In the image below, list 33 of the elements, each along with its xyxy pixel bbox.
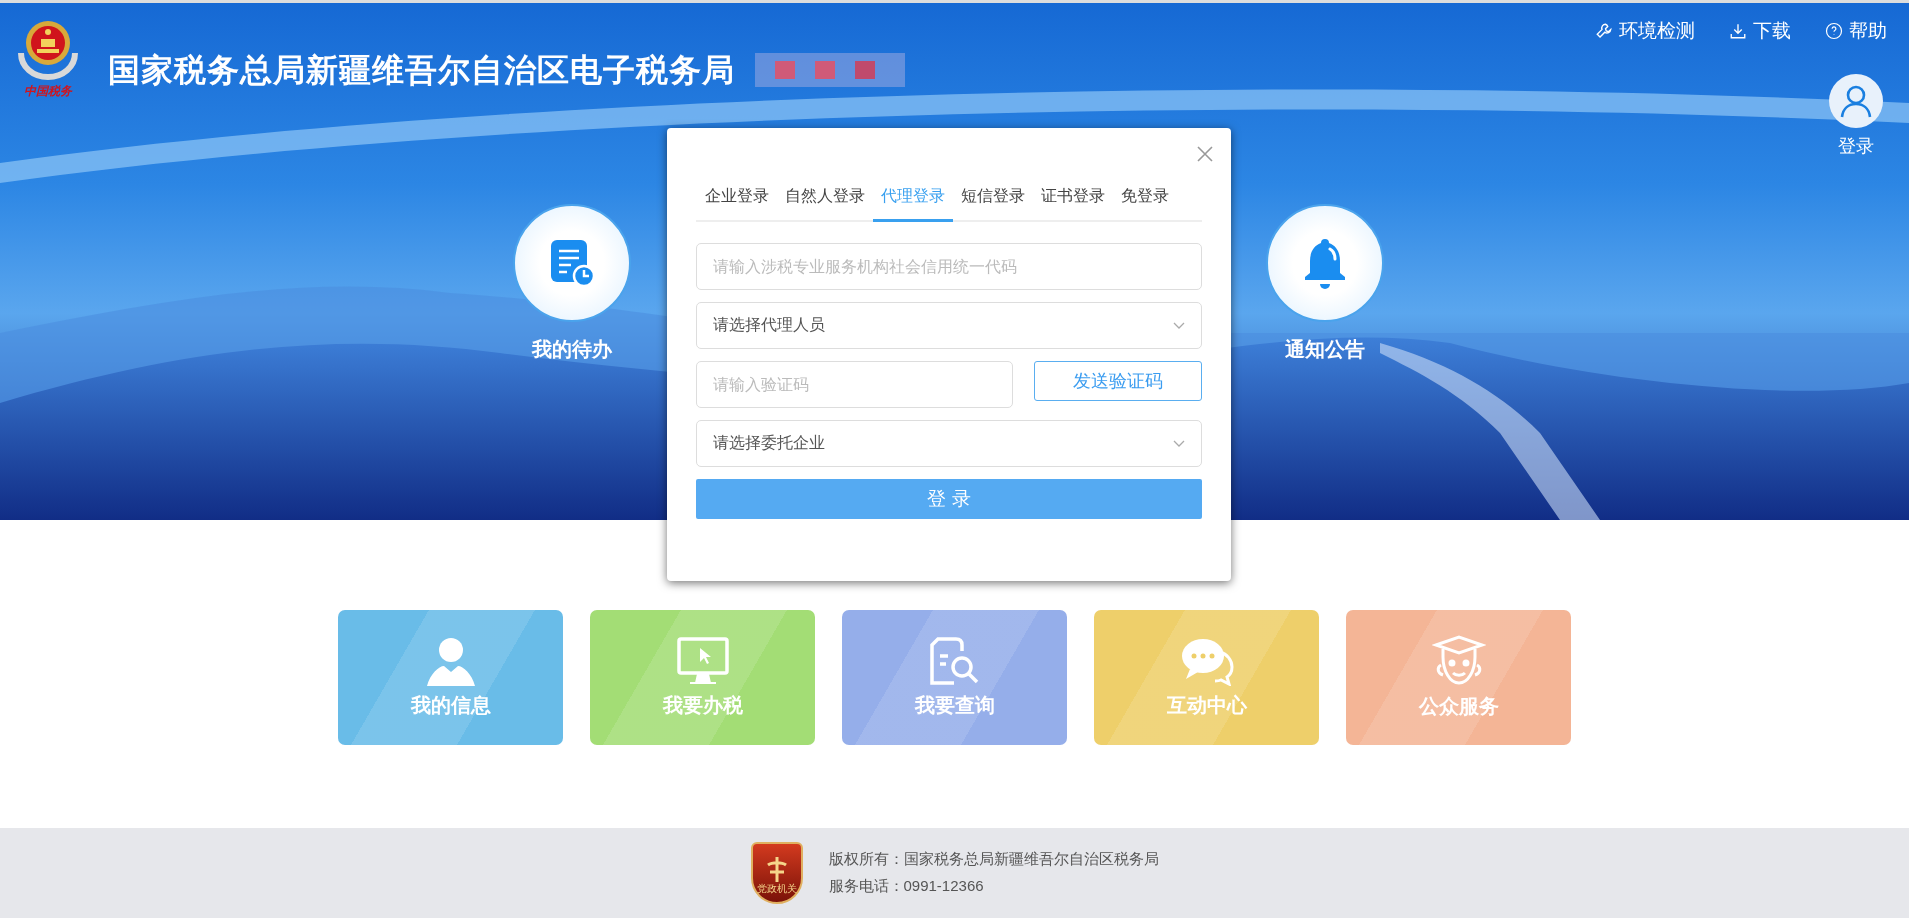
login-tab[interactable]: 代理登录: [873, 186, 953, 222]
dropdown-select[interactable]: 请选择委托企业: [696, 420, 1202, 467]
login-tab[interactable]: 自然人登录: [777, 186, 873, 222]
dropdown-select[interactable]: 请选择代理人员: [696, 302, 1202, 349]
chevron-down-icon: [1173, 321, 1185, 330]
download-link[interactable]: 下载: [1729, 18, 1791, 44]
download-icon: [1729, 22, 1747, 40]
verification-code-input[interactable]: 请输入验证码: [696, 361, 1013, 408]
logo-text: 中国税务: [24, 83, 72, 100]
badge-text: 党政机关: [756, 882, 797, 896]
shortcut-label[interactable]: 通知公告: [1285, 336, 1365, 363]
wrench-icon: [1595, 22, 1613, 40]
login-button[interactable]: 登 录: [696, 479, 1202, 519]
close-icon[interactable]: [1197, 146, 1213, 162]
person-icon: [424, 636, 477, 686]
chevron-down-icon: [1173, 439, 1185, 448]
shortcut-label[interactable]: 我的待办: [532, 336, 612, 363]
monitor-icon: [675, 636, 730, 686]
environment-check-link[interactable]: 环境检测: [1595, 18, 1695, 44]
login-tab[interactable]: 短信登录: [953, 186, 1033, 222]
login-tab[interactable]: 免登录: [1113, 186, 1177, 222]
login-tab[interactable]: 证书登录: [1033, 186, 1113, 222]
help-link[interactable]: 帮助: [1825, 18, 1887, 44]
site-title: 国家税务总局新疆维吾尔自治区电子税务局: [108, 51, 735, 90]
chat-bubble-icon: [1179, 636, 1234, 686]
login-tab[interactable]: 企业登录: [701, 186, 777, 222]
help-icon: [1825, 22, 1843, 40]
service-phone-text: 服务电话：0991-12366: [828, 877, 985, 896]
student-face-icon: [1431, 635, 1486, 687]
send-code-button[interactable]: 发送验证码: [1034, 361, 1202, 401]
copyright-text: 版权所有：国家税务总局新疆维吾尔自治区税务局: [828, 850, 1159, 869]
login-link[interactable]: 登录: [1838, 134, 1874, 158]
user-icon: [1839, 84, 1873, 118]
